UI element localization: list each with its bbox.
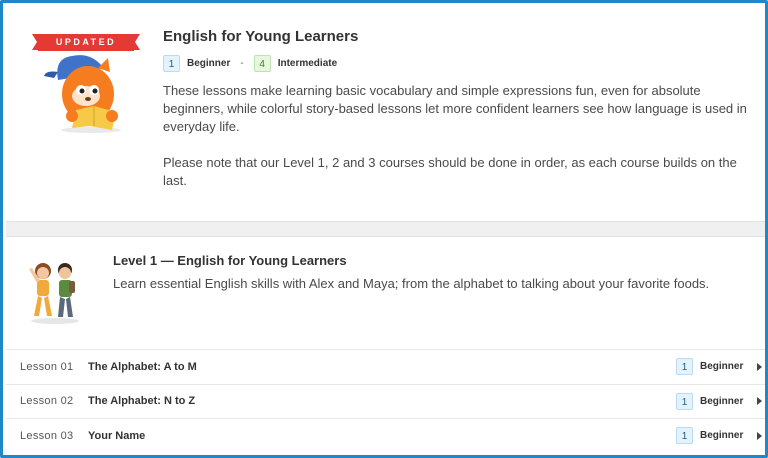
- lesson-level: 1 Beginner: [676, 392, 744, 410]
- chevron-right-icon[interactable]: [757, 397, 762, 406]
- level-separator: -: [240, 58, 244, 69]
- level-description: Learn essential English skills with Alex…: [113, 276, 710, 291]
- lesson-number: Lesson 01: [20, 360, 74, 373]
- lesson-row[interactable]: Lesson 02 The Alphabet: N to Z 1 Beginne…: [6, 383, 765, 419]
- course-description-paragraph: Please note that our Level 1, 2 and 3 co…: [163, 155, 737, 188]
- course-title[interactable]: English for Young Learners: [163, 28, 358, 45]
- level-label: Intermediate: [277, 58, 338, 69]
- lesson-row[interactable]: Lesson 01 The Alphabet: A to M 1 Beginne…: [6, 349, 765, 384]
- lesson-row[interactable]: Lesson 03 Your Name 1 Beginner: [6, 418, 765, 453]
- level-number-badge: 1: [163, 55, 180, 72]
- kids-characters-image: [29, 263, 79, 324]
- chevron-right-icon[interactable]: [757, 431, 762, 440]
- level-label: Beginner: [187, 58, 231, 69]
- chevron-right-icon[interactable]: [757, 362, 762, 371]
- lesson-name: The Alphabet: A to M: [88, 360, 197, 373]
- course-description-paragraph: These lessons make learning basic vocabu…: [163, 83, 747, 134]
- lesson-name: Your Name: [88, 429, 146, 442]
- level-label: Beginner: [700, 361, 744, 373]
- course-level-range: 1 Beginner - 4 Intermediate: [163, 55, 337, 72]
- section-divider: [6, 221, 765, 237]
- level-number-badge: 1: [676, 427, 693, 445]
- level-label: Beginner: [700, 395, 744, 407]
- course-description: These lessons make learning basic vocabu…: [163, 82, 763, 190]
- lesson-number: Lesson 03: [20, 429, 74, 442]
- lesson-level: 1 Beginner: [676, 427, 744, 445]
- lesson-list: Lesson 01 The Alphabet: A to M 1 Beginne…: [6, 349, 765, 453]
- course-card[interactable]: UPDATED English for Young Learners 1 Beg…: [6, 6, 765, 221]
- level-number-badge: 1: [676, 358, 693, 376]
- level-number-badge: 1: [676, 392, 693, 410]
- level-number-badge: 4: [253, 55, 271, 72]
- lesson-name: The Alphabet: N to Z: [88, 395, 196, 408]
- updated-badge: UPDATED: [32, 34, 140, 51]
- level-label: Beginner: [700, 430, 744, 442]
- lesson-level: 1 Beginner: [676, 358, 744, 376]
- lesson-number: Lesson 02: [20, 395, 74, 408]
- page-frame: UPDATED English for Young Learners 1 Beg…: [0, 0, 768, 458]
- level-title[interactable]: Level 1 — English for Young Learners: [113, 253, 347, 268]
